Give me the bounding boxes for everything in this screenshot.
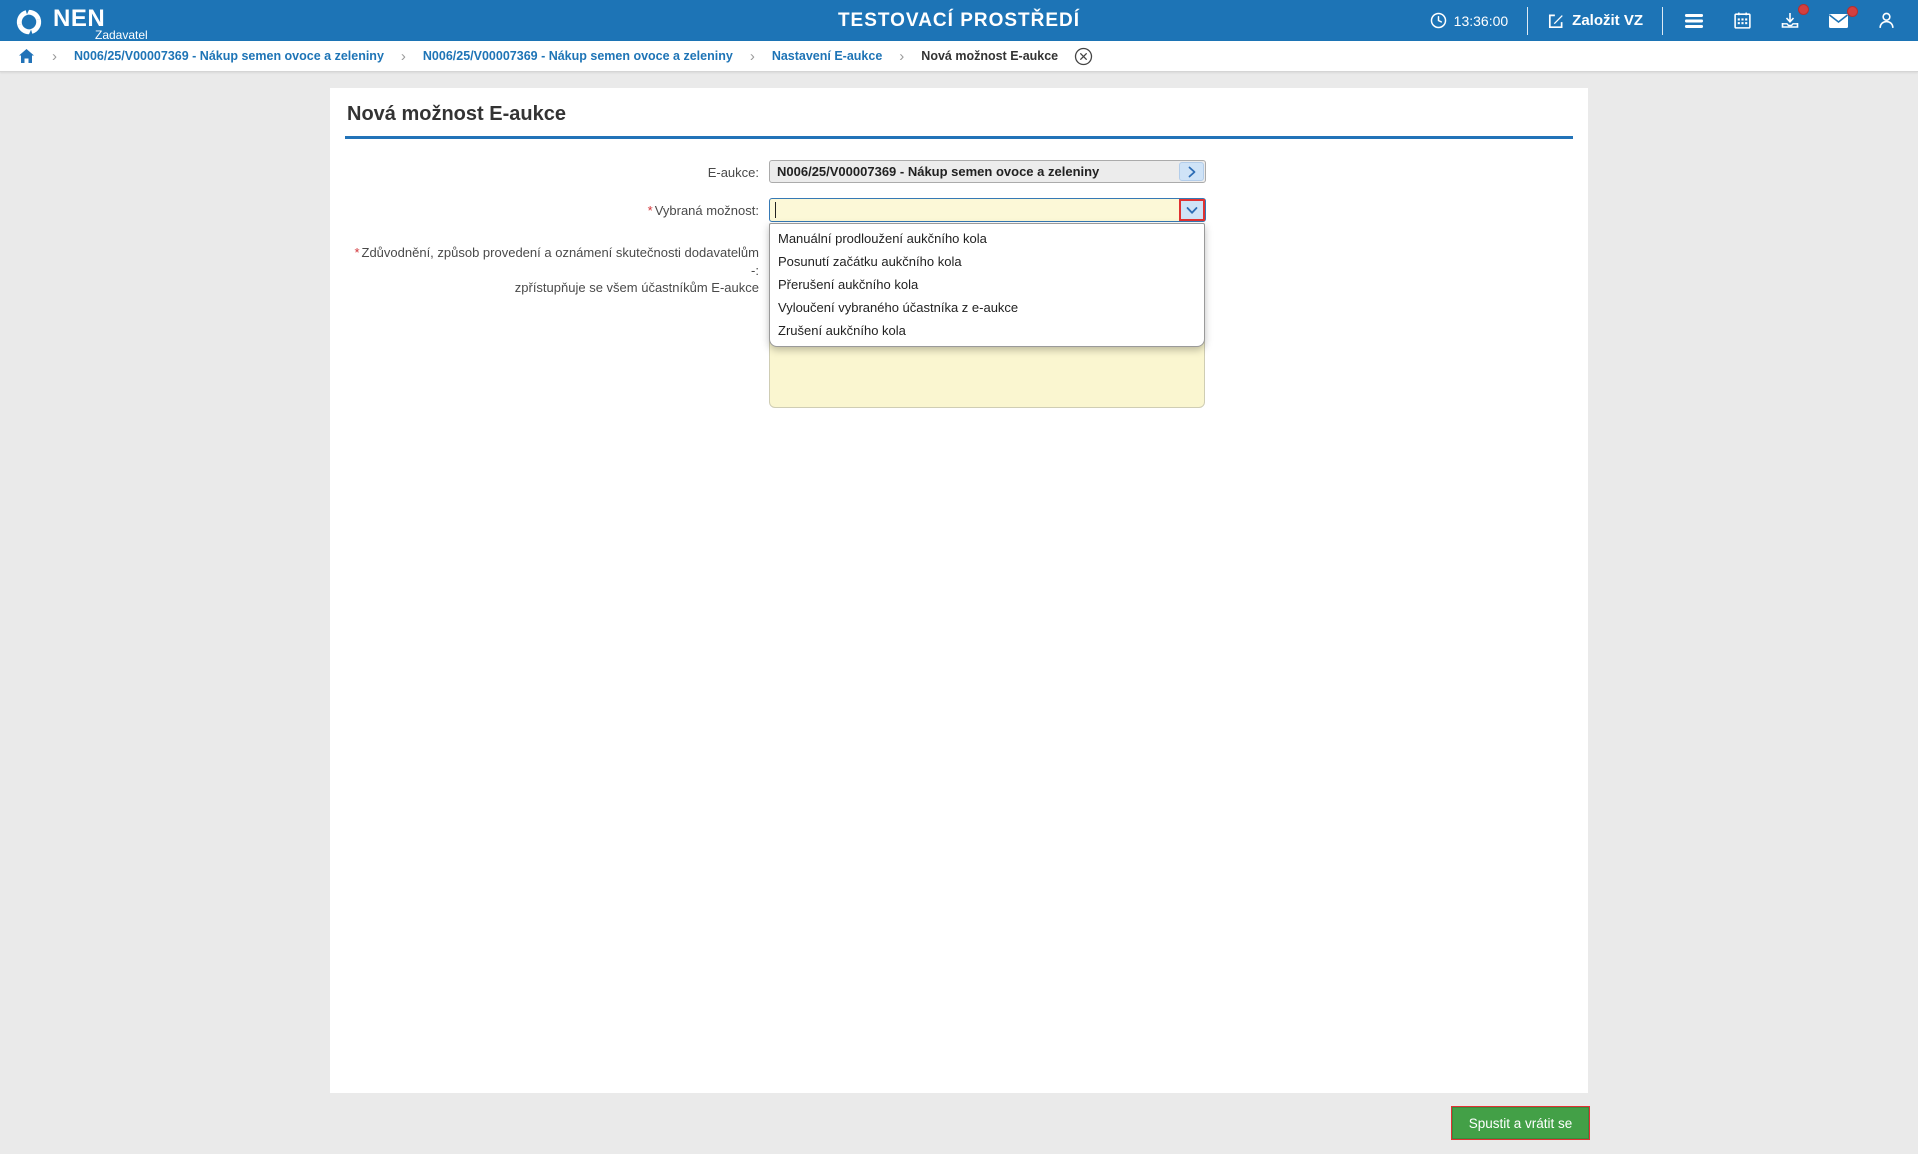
home-breadcrumb-button[interactable] bbox=[18, 48, 35, 64]
download-tray-icon bbox=[1781, 13, 1799, 28]
breadcrumb-item-contract-2[interactable]: N006/25/V00007369 - Nákup semen ovoce a … bbox=[423, 49, 733, 63]
menu-button[interactable] bbox=[1669, 12, 1719, 30]
downloads-notification-badge bbox=[1798, 4, 1809, 15]
open-eaukce-detail-button[interactable] bbox=[1179, 162, 1204, 181]
calendar-icon bbox=[1734, 12, 1751, 29]
close-page-button[interactable] bbox=[1074, 47, 1093, 66]
chevron-right-icon bbox=[1188, 166, 1195, 177]
person-icon bbox=[1879, 12, 1894, 28]
hamburger-icon bbox=[1685, 13, 1703, 28]
header-separator bbox=[1527, 6, 1529, 35]
breadcrumb-separator-icon: › bbox=[52, 47, 57, 65]
breadcrumb-separator-icon: › bbox=[749, 47, 755, 65]
text-caret bbox=[775, 202, 776, 218]
dropdown-option-cancel-round[interactable]: Zrušení aukčního kola bbox=[770, 319, 1204, 342]
breadcrumb-separator-icon: › bbox=[400, 47, 406, 65]
selected-option-dropdown-button[interactable] bbox=[1179, 199, 1205, 221]
create-vz-button[interactable]: Založit VZ bbox=[1534, 12, 1656, 30]
chevron-down-icon bbox=[1186, 206, 1198, 214]
breadcrumb-separator-icon: › bbox=[899, 47, 905, 65]
messages-button[interactable] bbox=[1814, 5, 1863, 29]
create-vz-label: Založit VZ bbox=[1572, 12, 1643, 29]
justification-label: * Zdůvodnění, způsob provedení a oznámení… bbox=[354, 245, 759, 296]
server-time: 13:36:00 bbox=[1417, 12, 1522, 29]
required-marker: * bbox=[354, 245, 360, 260]
required-marker: * bbox=[647, 203, 653, 218]
home-icon bbox=[19, 49, 34, 63]
clock-icon bbox=[1430, 12, 1446, 29]
eaukce-field: N006/25/V00007369 - Nákup semen ovoce a … bbox=[769, 160, 1206, 183]
selected-option-label: * Vybraná možnost: bbox=[647, 203, 759, 218]
content-panel: Nová možnost E-aukce E-aukce: N006/25/V0… bbox=[330, 88, 1588, 1093]
messages-notification-badge bbox=[1847, 5, 1858, 17]
breadcrumb: › N006/25/V00007369 - Nákup semen ovoce … bbox=[0, 41, 1918, 72]
time-value: 13:36:00 bbox=[1453, 12, 1509, 29]
top-header: NEN Zadavatel TESTOVACÍ PROSTŘEDÍ 13:36:… bbox=[0, 0, 1918, 41]
dropdown-option-interrupt-round[interactable]: Přerušení aukčního kola bbox=[770, 273, 1204, 296]
close-icon bbox=[1074, 47, 1093, 65]
header-separator bbox=[1662, 6, 1663, 35]
breadcrumb-item-eauction-settings[interactable]: Nastavení E-aukce bbox=[772, 49, 882, 63]
start-and-return-button[interactable]: Spustit a vrátit se bbox=[1451, 1106, 1590, 1140]
user-profile-button[interactable] bbox=[1863, 11, 1896, 30]
dropdown-option-postpone-start[interactable]: Posunutí začátku aukčního kola bbox=[770, 250, 1204, 273]
option-dropdown-list: Manuální prodloužení aukčního kola Posun… bbox=[769, 223, 1205, 347]
breadcrumb-item-contract-1[interactable]: N006/25/V00007369 - Nákup semen ovoce a … bbox=[74, 49, 384, 63]
selected-option-input[interactable] bbox=[769, 198, 1206, 222]
dropdown-option-manual-extension[interactable]: Manuální prodloužení aukčního kola bbox=[770, 227, 1204, 250]
envelope-icon bbox=[1829, 13, 1848, 28]
edit-icon bbox=[1549, 14, 1563, 28]
breadcrumb-current-page: Nová možnost E-aukce bbox=[921, 49, 1059, 63]
downloads-button[interactable] bbox=[1766, 4, 1814, 30]
calendar-button[interactable] bbox=[1719, 11, 1766, 30]
page-title: Nová možnost E-aukce bbox=[345, 101, 1573, 139]
dropdown-option-exclude-participant[interactable]: Vyloučení vybraného účastníka z e-aukce bbox=[770, 296, 1204, 319]
eaukce-value: N006/25/V00007369 - Nákup semen ovoce a … bbox=[777, 164, 1100, 179]
eaukce-label: E-aukce: bbox=[707, 165, 759, 180]
